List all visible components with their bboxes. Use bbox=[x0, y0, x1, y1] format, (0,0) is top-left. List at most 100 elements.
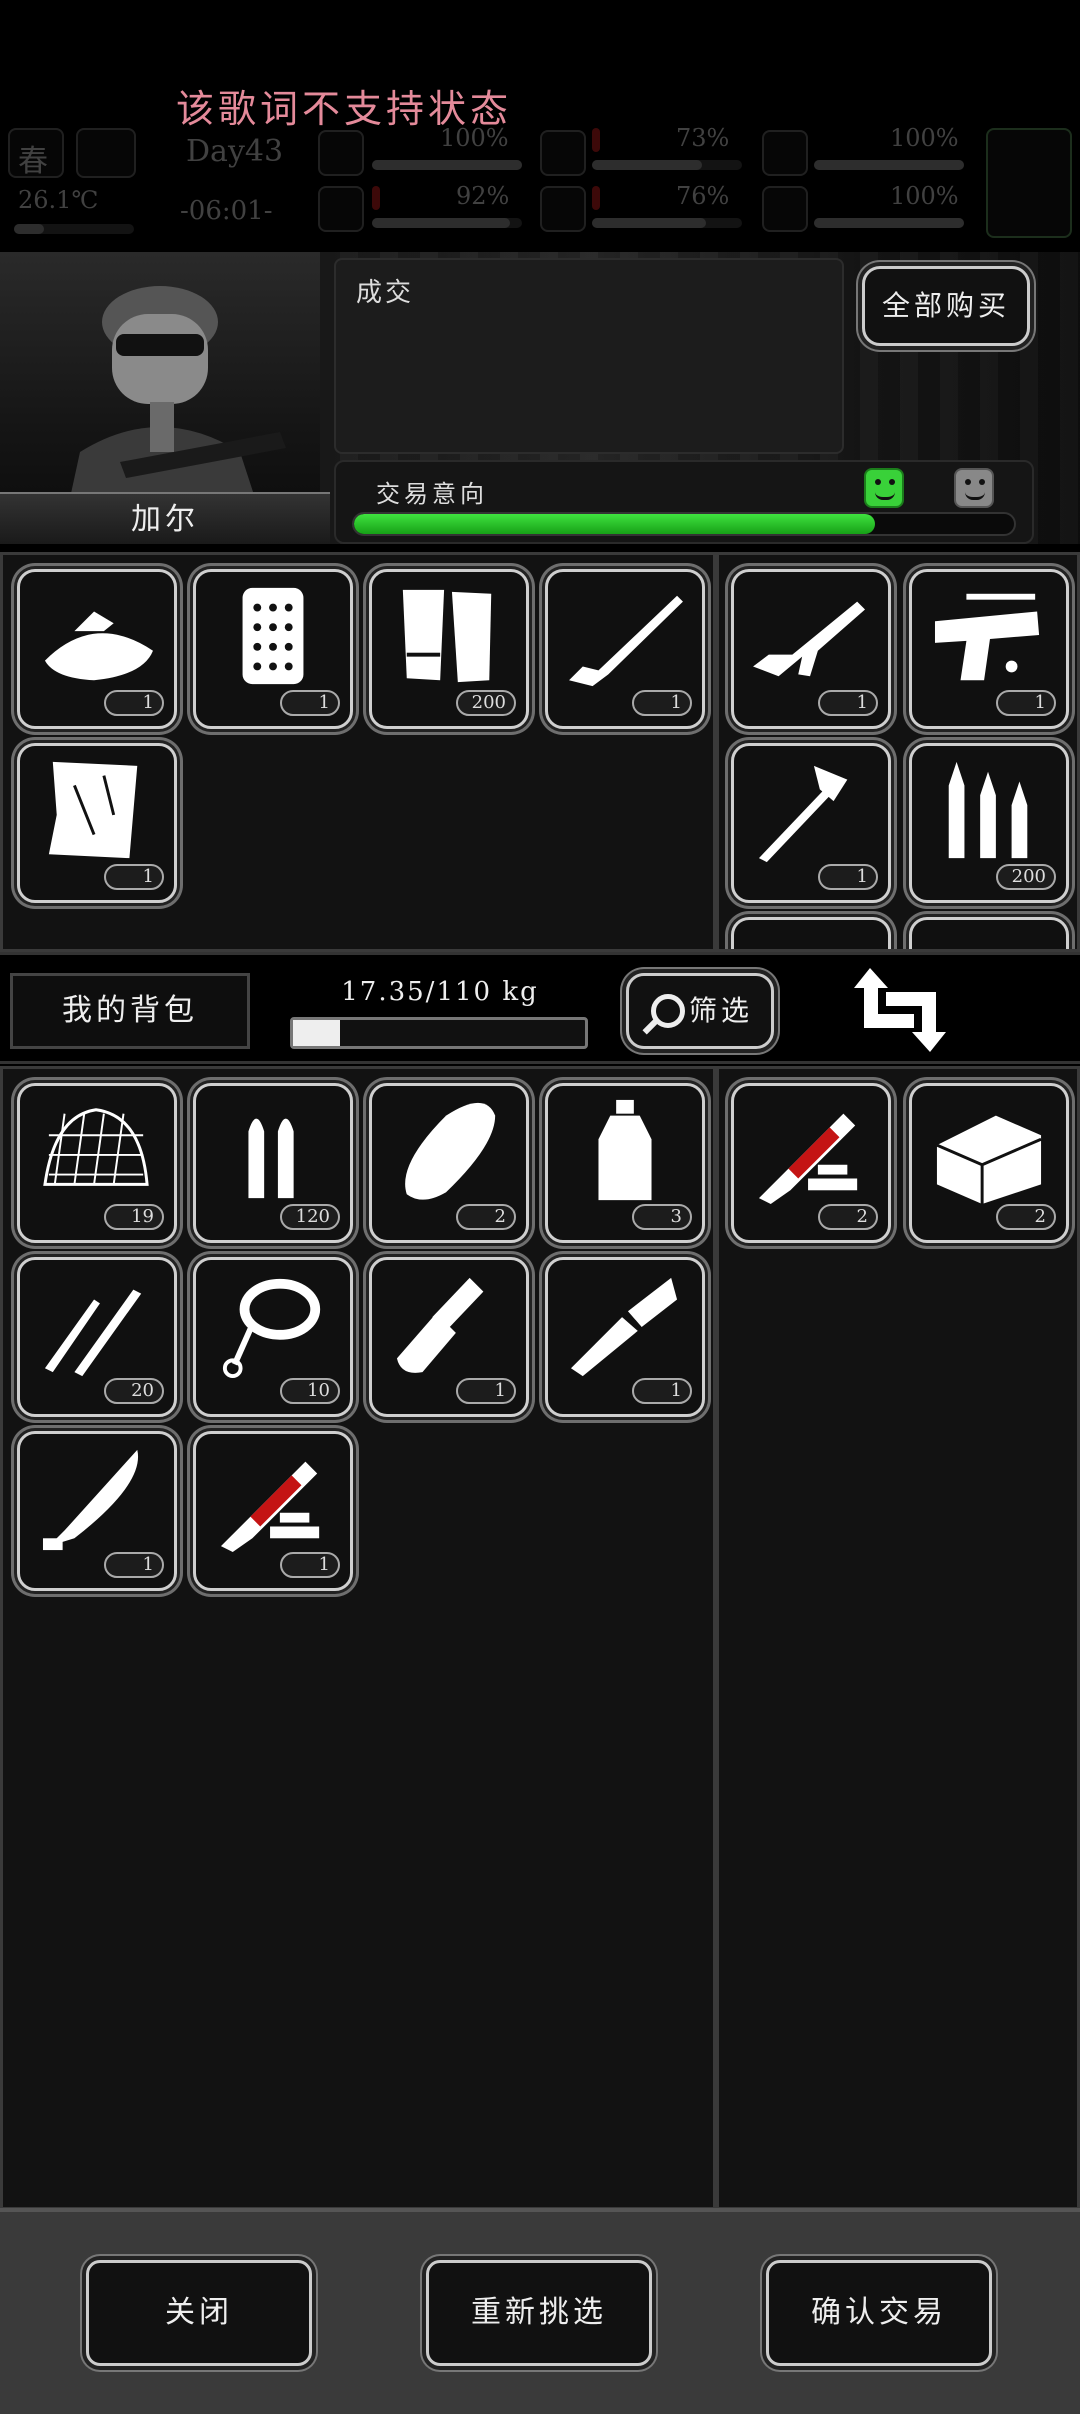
player-inventory-panel: 19 120 2 3 20 10 1 1 1 1 bbox=[0, 1066, 716, 2210]
trade-intent-label: 交易意向 bbox=[376, 480, 488, 508]
bag-title: 我的背包 bbox=[10, 973, 250, 1049]
shovel-icon bbox=[396, 1277, 484, 1373]
item-slot[interactable]: 1 bbox=[193, 1431, 353, 1591]
trader-stock-panel: 1 1 200 1 1 bbox=[0, 552, 716, 952]
stomach-icon bbox=[540, 130, 586, 176]
item-slot[interactable]: 20 bbox=[17, 1257, 177, 1417]
trade-intent-bar bbox=[352, 512, 1016, 536]
item-quantity: 1 bbox=[632, 690, 692, 716]
filter-button[interactable]: 筛选 bbox=[626, 973, 774, 1049]
item-slot[interactable] bbox=[909, 917, 1069, 949]
syringe-icon bbox=[758, 1113, 858, 1205]
trader-name: 加尔 bbox=[131, 502, 199, 537]
lockpick-icon bbox=[44, 1289, 142, 1377]
item-slot[interactable]: 1 bbox=[369, 1257, 529, 1417]
trader-offer-panel: 1 1 1 200 bbox=[716, 552, 1080, 952]
equipment-slot bbox=[986, 128, 1072, 238]
trade-intent-fill bbox=[354, 514, 876, 534]
item-quantity: 120 bbox=[280, 1204, 340, 1230]
rifle-ammo-icon bbox=[948, 761, 1028, 859]
item-quantity: 1 bbox=[104, 864, 164, 890]
item-slot[interactable]: 2 bbox=[731, 1083, 891, 1243]
item-quantity: 2 bbox=[996, 1204, 1056, 1230]
item-slot[interactable]: 200 bbox=[909, 743, 1069, 903]
item-quantity: 1 bbox=[632, 1378, 692, 1404]
weight-bar bbox=[290, 1017, 588, 1049]
camo-net-icon bbox=[43, 1108, 149, 1186]
item-quantity: 1 bbox=[818, 690, 878, 716]
item-slot[interactable]: 3 bbox=[545, 1083, 705, 1243]
dialog-text: 成交 bbox=[356, 278, 415, 308]
item-slot[interactable]: 200 bbox=[369, 569, 529, 729]
heart-icon bbox=[762, 186, 808, 232]
item-quantity: 200 bbox=[996, 864, 1056, 890]
fire-axe-icon bbox=[758, 765, 848, 863]
item-quantity: 20 bbox=[104, 1378, 164, 1404]
tarp-icon bbox=[48, 761, 138, 859]
footer-bar: 关闭 重新挑选 确认交易 bbox=[0, 2208, 1080, 2414]
item-quantity: 1 bbox=[456, 1378, 516, 1404]
assault-rifle-icon bbox=[753, 601, 866, 677]
trade-screen: 该歌词不支持状态 春 Day43 26.1℃ -06:01- 100% 73% … bbox=[0, 0, 1080, 2414]
item-slot[interactable]: 1 bbox=[545, 1257, 705, 1417]
rope-icon bbox=[222, 1278, 321, 1379]
item-quantity: 19 bbox=[104, 1204, 164, 1230]
item-slot[interactable]: 1 bbox=[545, 569, 705, 729]
water-drop-icon bbox=[540, 186, 586, 232]
item-quantity: 1 bbox=[280, 690, 340, 716]
day-counter: Day43 bbox=[186, 134, 284, 169]
item-quantity: 10 bbox=[280, 1378, 340, 1404]
bread-icon bbox=[405, 1102, 496, 1200]
happy-face-icon bbox=[864, 468, 904, 508]
item-slot[interactable]: 1 bbox=[731, 569, 891, 729]
item-slot[interactable]: 2 bbox=[369, 1083, 529, 1243]
item-quantity: 200 bbox=[456, 690, 516, 716]
confirm-trade-button[interactable]: 确认交易 bbox=[766, 2260, 992, 2366]
reselect-button[interactable]: 重新挑选 bbox=[426, 2260, 652, 2366]
item-quantity: 1 bbox=[996, 690, 1056, 716]
item-quantity: 1 bbox=[104, 1552, 164, 1578]
armor-plate-icon bbox=[242, 587, 304, 685]
item-slot[interactable]: 1 bbox=[17, 569, 177, 729]
season-badge: 春 bbox=[8, 128, 64, 179]
trade-intent-panel: 交易意向 bbox=[334, 460, 1034, 544]
item-quantity: 1 bbox=[280, 1552, 340, 1578]
search-icon bbox=[651, 994, 685, 1028]
item-slot[interactable]: 1 bbox=[909, 569, 1069, 729]
hunting-knife-icon bbox=[570, 1277, 678, 1377]
paper-stack-icon bbox=[402, 589, 492, 683]
item-slot[interactable]: 120 bbox=[193, 1083, 353, 1243]
temperature-readout: 26.1℃ bbox=[18, 186, 99, 214]
pistol-scope-icon bbox=[934, 593, 1040, 681]
item-quantity: 3 bbox=[632, 1204, 692, 1230]
close-button[interactable]: 关闭 bbox=[86, 2260, 312, 2366]
pistol-ammo-icon bbox=[248, 1118, 294, 1199]
buy-all-button[interactable]: 全部购买 bbox=[862, 266, 1030, 346]
item-slot[interactable] bbox=[731, 917, 891, 949]
item-quantity: 1 bbox=[104, 690, 164, 716]
item-quantity: 2 bbox=[818, 1204, 878, 1230]
item-slot[interactable]: 10 bbox=[193, 1257, 353, 1417]
status-hud: 春 Day43 26.1℃ -06:01- 100% 73% 100% 92% … bbox=[0, 120, 1080, 250]
weather-icon bbox=[76, 128, 136, 178]
machete-icon bbox=[42, 1449, 139, 1551]
item-slot[interactable]: 19 bbox=[17, 1083, 177, 1243]
time-readout: -06:01- bbox=[180, 196, 273, 226]
item-slot[interactable]: 1 bbox=[731, 743, 891, 903]
player-offer-panel: 22 bbox=[716, 1066, 1080, 2210]
tin-dish-icon bbox=[44, 611, 153, 681]
grin-face-icon bbox=[954, 468, 994, 508]
item-slot[interactable]: 1 bbox=[17, 743, 177, 903]
trader-dialog: 成交 bbox=[334, 258, 844, 454]
medkit-icon bbox=[318, 130, 364, 176]
swap-icon[interactable] bbox=[852, 962, 948, 1058]
syringe-icon bbox=[220, 1461, 320, 1553]
filter-label: 筛选 bbox=[688, 994, 753, 1027]
weight-bar-fill bbox=[293, 1020, 340, 1046]
item-slot[interactable]: 1 bbox=[17, 1431, 177, 1591]
weight-readout: 17.35/110 kg bbox=[341, 977, 539, 1007]
item-quantity: 2 bbox=[456, 1204, 516, 1230]
item-slot[interactable]: 1 bbox=[193, 569, 353, 729]
item-slot[interactable]: 2 bbox=[909, 1083, 1069, 1243]
flask-icon bbox=[318, 186, 364, 232]
